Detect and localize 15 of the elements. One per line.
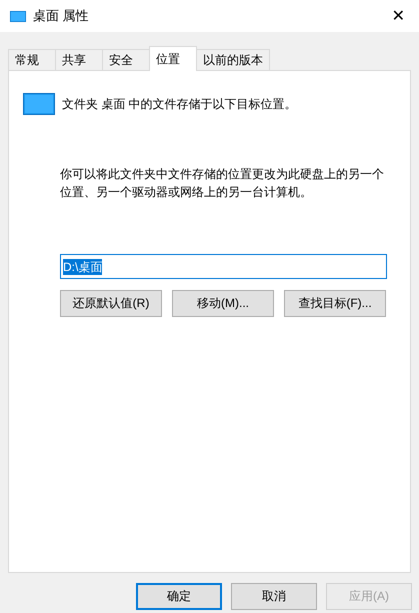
path-field[interactable]: D:\桌面 — [60, 254, 387, 279]
tab[interactable]: 以前的版本 — [196, 49, 270, 70]
action-button[interactable]: 移动(M)... — [172, 290, 274, 317]
close-button[interactable]: ✕ — [388, 6, 409, 26]
action-button[interactable]: 还原默认值(R) — [60, 290, 162, 317]
window-title: 桌面 属性 — [33, 7, 89, 25]
folder-icon — [23, 93, 55, 115]
dialog-button[interactable]: 确定 — [136, 583, 222, 610]
location-heading: 文件夹 桌面 中的文件存储于以下目标位置。 — [62, 96, 297, 112]
dialog-button[interactable]: 取消 — [231, 583, 317, 610]
tab[interactable]: 位置 — [149, 46, 197, 71]
description-text: 你可以将此文件夹中文件存储的位置更改为此硬盘上的另一个位置、另一个驱动器或网络上的另一台计算机。 — [60, 166, 385, 201]
folder-icon — [10, 10, 26, 22]
tab[interactable]: 常规 — [8, 49, 56, 70]
action-button[interactable]: 查找目标(F)... — [284, 290, 386, 317]
